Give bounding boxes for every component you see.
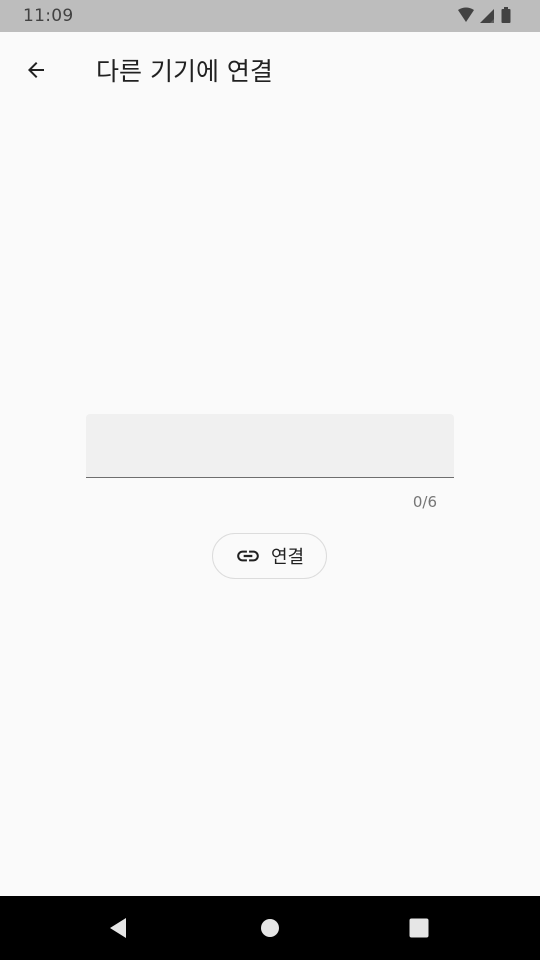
link-icon bbox=[237, 550, 259, 562]
back-button[interactable] bbox=[14, 48, 58, 92]
nav-back-button[interactable] bbox=[107, 916, 131, 940]
status-time: 11:09 bbox=[23, 6, 74, 26]
code-field[interactable] bbox=[86, 414, 454, 478]
battery-icon bbox=[501, 7, 511, 23]
nav-back-icon bbox=[110, 918, 126, 938]
connect-label: 연결 bbox=[270, 547, 305, 568]
nav-home-icon bbox=[261, 919, 279, 937]
cell-signal-icon bbox=[480, 9, 494, 23]
arrow-back-icon bbox=[28, 62, 44, 78]
nav-recents-icon bbox=[409, 918, 429, 938]
status-bar: 11:09 bbox=[0, 0, 540, 32]
nav-home-button[interactable] bbox=[258, 916, 282, 940]
code-input[interactable] bbox=[86, 414, 454, 477]
connect-button[interactable]: 연결 bbox=[212, 533, 327, 579]
page-title: 다른 기기에 연결 bbox=[96, 57, 273, 86]
app-bar: 다른 기기에 연결 bbox=[0, 32, 540, 106]
nav-bar bbox=[0, 896, 540, 960]
nav-recents-button[interactable] bbox=[407, 916, 431, 940]
wifi-icon bbox=[458, 7, 474, 22]
status-icons bbox=[456, 7, 526, 25]
char-counter: 0/6 bbox=[412, 493, 437, 511]
